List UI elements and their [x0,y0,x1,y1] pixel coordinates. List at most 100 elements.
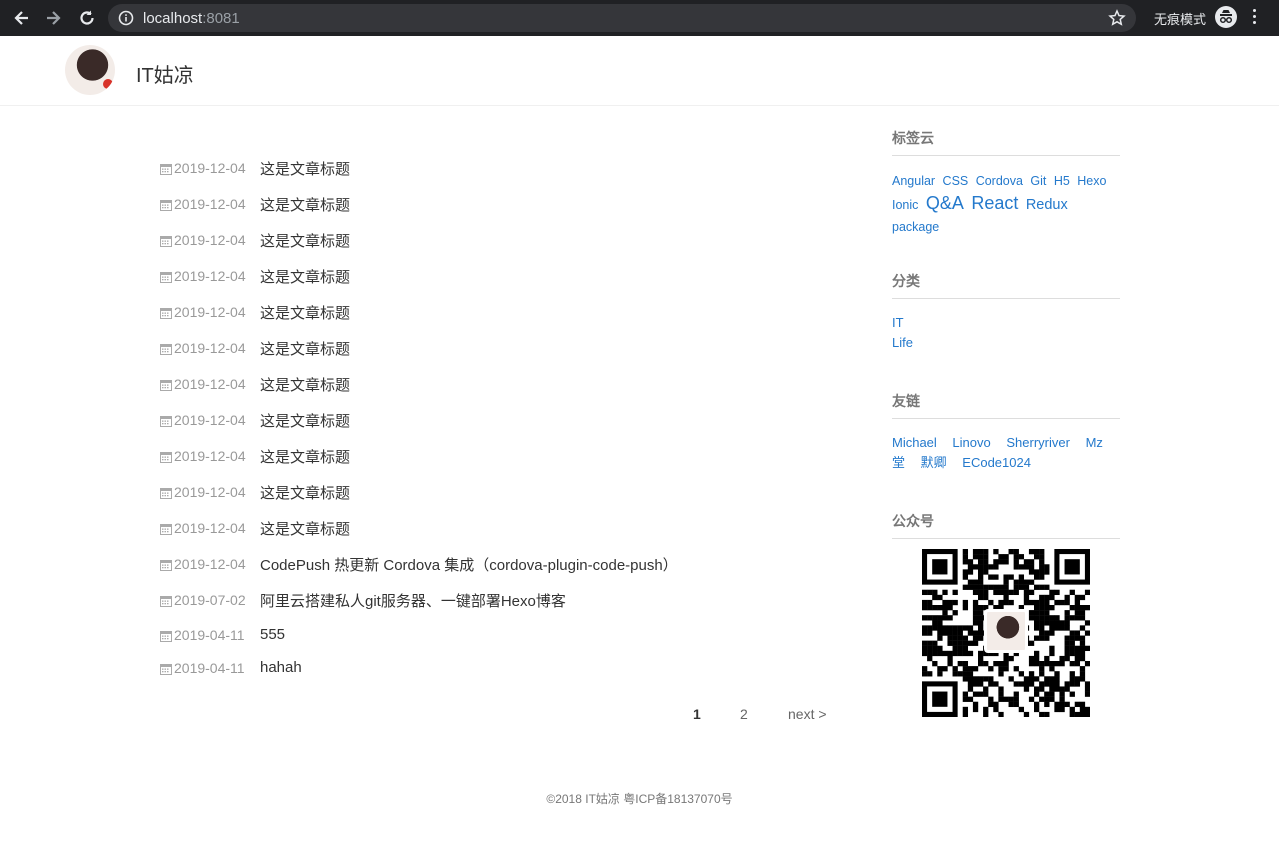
calendar-icon [160,234,172,247]
browser-menu-icon[interactable] [1253,9,1257,27]
tag-link[interactable]: CSS [943,174,969,188]
tag-link[interactable]: Cordova [976,174,1023,188]
post-title-link[interactable]: 这是文章标题 [260,302,350,323]
post-date: 2019-12-04 [174,412,246,428]
tag-link[interactable]: package [892,220,939,234]
tag-cloud: Angular CSS Cordova Git H5 Hexo Ionic Q&… [892,170,1120,238]
url-host: localhost [143,10,203,27]
tag-link[interactable]: Ionic [892,198,918,212]
friend-links-list: Michael Linovo Sherryriver Mz堂 默卿 ECode1… [892,433,1120,473]
page-1-current: 1 [693,706,701,722]
tag-cloud-widget: 标签云 Angular CSS Cordova Git H5 Hexo Ioni… [892,128,1120,238]
calendar-icon [160,342,172,355]
info-icon[interactable] [118,10,134,26]
forward-arrow-icon[interactable] [42,7,64,29]
post-title-link[interactable]: 这是文章标题 [260,266,350,287]
page-2-link[interactable]: 2 [740,706,748,722]
calendar-icon [160,486,172,499]
post-title-link[interactable]: 阿里云搭建私人git服务器、一键部署Hexo博客 [260,590,566,611]
post-title-link[interactable]: 这是文章标题 [260,518,350,539]
back-arrow-icon[interactable] [11,7,33,29]
friend-link[interactable]: Sherryriver [1006,435,1070,450]
post-date: 2019-12-04 [174,340,246,356]
calendar-icon [160,629,172,642]
calendar-icon [160,414,172,427]
post-title-link[interactable]: 这是文章标题 [260,194,350,215]
post-item: 2019-12-04 这是文章标题 [160,222,840,258]
post-item: 2019-12-04 这是文章标题 [160,438,840,474]
post-date: 2019-12-04 [174,520,246,536]
bookmark-star-icon[interactable] [1108,9,1126,27]
calendar-icon [160,594,172,607]
friend-link[interactable]: ECode1024 [962,455,1031,470]
post-item: 2019-12-04 CodePush 热更新 Cordova 集成（cordov… [160,546,840,582]
friend-links-title: 友链 [892,391,1120,419]
post-date: 2019-12-04 [174,268,246,284]
tag-link[interactable]: Redux [1026,197,1068,213]
category-link[interactable]: Life [892,333,1120,353]
categories-title: 分类 [892,271,1120,299]
post-item: 2019-12-04 这是文章标题 [160,474,840,510]
post-item: 2019-04-11 555 [160,618,840,651]
calendar-icon [160,378,172,391]
tag-link[interactable]: Q&A [926,193,964,213]
calendar-icon [160,162,172,175]
post-date: 2019-12-04 [174,304,246,320]
post-title-link[interactable]: 这是文章标题 [260,410,350,431]
calendar-icon [160,450,172,463]
calendar-icon [160,662,172,675]
post-date: 2019-12-04 [174,556,246,572]
post-title-link[interactable]: 这是文章标题 [260,482,350,503]
calendar-icon [160,522,172,535]
friend-link[interactable]: Michael [892,435,937,450]
friend-links-widget: 友链 Michael Linovo Sherryriver Mz堂 默卿 ECo… [892,391,1120,473]
post-item: 2019-12-04 这是文章标题 [160,150,840,186]
categories-list: IT Life [892,313,1120,353]
post-date: 2019-04-11 [174,659,245,676]
friend-link[interactable]: 默卿 [921,455,947,470]
categories-widget: 分类 IT Life [892,271,1120,353]
post-date: 2019-12-04 [174,232,246,248]
post-item: 2019-12-04 这是文章标题 [160,366,840,402]
wechat-qr-code [922,549,1090,717]
tag-link[interactable]: Hexo [1077,174,1106,188]
post-item: 2019-12-04 这是文章标题 [160,186,840,222]
next-page-link[interactable]: next > [788,706,827,722]
post-title-link[interactable]: 这是文章标题 [260,230,350,251]
url-port: :8081 [202,10,240,27]
post-title-link[interactable]: hahah [260,659,302,676]
wechat-widget: 公众号 [892,511,1120,717]
post-title-link[interactable]: 这是文章标题 [260,374,350,395]
friend-link[interactable]: Linovo [952,435,990,450]
post-date: 2019-04-11 [174,626,245,643]
address-bar[interactable]: localhost:8081 [108,4,1136,32]
calendar-icon [160,198,172,211]
avatar[interactable] [65,45,115,95]
site-footer: ©2018 IT姑凉 粤ICP备18137070号 [546,792,733,806]
post-item: 2019-12-04 这是文章标题 [160,510,840,546]
post-title-link[interactable]: 这是文章标题 [260,446,350,467]
browser-toolbar: localhost:8081 无痕模式 [0,0,1279,36]
incognito-icon[interactable] [1215,6,1237,28]
post-item: 2019-07-02 阿里云搭建私人git服务器、一键部署Hexo博客 [160,582,840,618]
url-text: localhost:8081 [143,10,240,27]
post-date: 2019-12-04 [174,484,246,500]
tag-link[interactable]: React [971,193,1018,213]
post-list: 2019-12-04 这是文章标题 2019-12-04 这是文章标题 2019-12-… [160,150,840,684]
post-item: 2019-04-11 hahah [160,651,840,684]
calendar-icon [160,306,172,319]
site-title[interactable]: IT姑凉 [136,59,194,88]
post-title-link[interactable]: CodePush 热更新 Cordova 集成（cordova-plugin-c… [260,554,678,575]
qr-center-avatar [984,609,1028,653]
post-item: 2019-12-04 这是文章标题 [160,330,840,366]
post-title-link[interactable]: 这是文章标题 [260,338,350,359]
tag-link[interactable]: Angular [892,174,935,188]
tag-link[interactable]: H5 [1054,174,1070,188]
reload-icon[interactable] [76,7,98,29]
post-title-link[interactable]: 555 [260,626,285,643]
post-date: 2019-12-04 [174,160,246,176]
post-date: 2019-07-02 [174,592,246,608]
category-link[interactable]: IT [892,313,1120,333]
post-title-link[interactable]: 这是文章标题 [260,158,350,179]
tag-link[interactable]: Git [1030,174,1046,188]
